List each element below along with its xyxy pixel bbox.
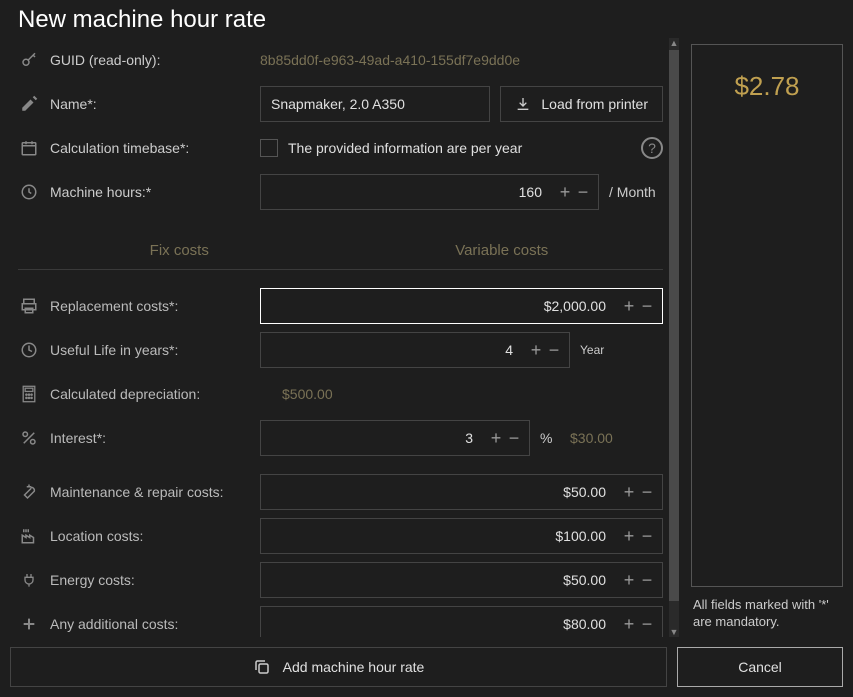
- interest-amount: $30.00: [570, 430, 624, 446]
- machine-hours-unit: / Month: [609, 184, 663, 200]
- scroll-down-arrow[interactable]: ▼: [669, 627, 679, 637]
- depreciation-row: Calculated depreciation: $500.00: [18, 372, 663, 416]
- depreciation-value: $500.00: [260, 386, 333, 402]
- edit-icon: [18, 95, 40, 113]
- copy-icon: [253, 658, 271, 676]
- mandatory-note: All fields marked with '*' are mandatory…: [691, 587, 843, 637]
- energy-down[interactable]: −: [640, 570, 654, 591]
- useful-life-up[interactable]: +: [529, 340, 543, 361]
- timebase-row: Calculation timebase*: The provided info…: [18, 126, 663, 170]
- calculator-icon: [18, 385, 40, 403]
- replacement-up[interactable]: +: [622, 296, 636, 317]
- plus-icon: [18, 616, 40, 632]
- per-year-checkbox[interactable]: [260, 139, 278, 157]
- additional-input[interactable]: [261, 616, 614, 632]
- machine-hours-input[interactable]: [261, 184, 550, 200]
- maintenance-label: Maintenance & repair costs:: [50, 484, 250, 500]
- useful-life-unit: Year: [580, 343, 634, 357]
- name-input[interactable]: [260, 86, 490, 122]
- location-input[interactable]: [261, 528, 614, 544]
- help-icon[interactable]: ?: [641, 137, 663, 159]
- additional-row: Any additional costs: + −: [18, 602, 663, 637]
- replacement-input[interactable]: [261, 298, 614, 314]
- interest-input[interactable]: [261, 430, 481, 446]
- load-from-printer-button[interactable]: Load from printer: [500, 86, 663, 122]
- location-up[interactable]: +: [622, 526, 636, 547]
- location-label: Location costs:: [50, 528, 250, 544]
- tab-variable-costs[interactable]: Variable costs: [341, 232, 664, 269]
- guid-label: GUID (read-only):: [50, 52, 250, 68]
- download-icon: [515, 96, 531, 112]
- maintenance-row: Maintenance & repair costs: + −: [18, 470, 663, 514]
- factory-icon: [18, 527, 40, 545]
- add-rate-label: Add machine hour rate: [283, 659, 425, 675]
- page-title: New machine hour rate: [0, 0, 853, 38]
- machine-hours-label: Machine hours:*: [50, 184, 250, 200]
- per-year-label: The provided information are per year: [288, 140, 522, 156]
- additional-up[interactable]: +: [622, 614, 636, 635]
- machine-hours-down[interactable]: −: [576, 182, 590, 203]
- key-icon: [18, 51, 40, 69]
- useful-life-input[interactable]: [261, 342, 521, 358]
- replacement-row: Replacement costs*: + −: [18, 284, 663, 328]
- energy-up[interactable]: +: [622, 570, 636, 591]
- percent-icon: [18, 429, 40, 447]
- interest-pct: %: [540, 430, 560, 446]
- wrench-icon: [18, 483, 40, 501]
- interest-down[interactable]: −: [507, 428, 521, 449]
- add-rate-button[interactable]: Add machine hour rate: [10, 647, 667, 687]
- location-down[interactable]: −: [640, 526, 654, 547]
- plug-icon: [18, 571, 40, 589]
- useful-life-row: Useful Life in years*: + − Year: [18, 328, 663, 372]
- maintenance-up[interactable]: +: [622, 482, 636, 503]
- interest-up[interactable]: +: [489, 428, 503, 449]
- scroll-up-arrow[interactable]: ▲: [669, 38, 679, 48]
- machine-hours-up[interactable]: +: [558, 182, 572, 203]
- name-row: Name*: Load from printer: [18, 82, 663, 126]
- rate-value: $2.78: [734, 71, 799, 586]
- cancel-button[interactable]: Cancel: [677, 647, 843, 687]
- clock-icon: [18, 183, 40, 201]
- guid-row: GUID (read-only): 8b85dd0f-e963-49ad-a41…: [18, 38, 663, 82]
- energy-row: Energy costs: + −: [18, 558, 663, 602]
- cost-tabs: Fix costs Variable costs: [18, 232, 663, 270]
- additional-label: Any additional costs:: [50, 616, 250, 632]
- guid-value: 8b85dd0f-e963-49ad-a410-155df7e9dd0e: [260, 52, 520, 68]
- replacement-down[interactable]: −: [640, 296, 654, 317]
- name-label: Name*:: [50, 96, 250, 112]
- energy-input[interactable]: [261, 572, 614, 588]
- location-row: Location costs: + −: [18, 514, 663, 558]
- useful-life-label: Useful Life in years*:: [50, 342, 250, 358]
- replacement-label: Replacement costs*:: [50, 298, 250, 314]
- load-printer-label: Load from printer: [541, 96, 648, 112]
- rate-box: $2.78: [691, 44, 843, 587]
- machine-hours-row: Machine hours:* + − / Month: [18, 170, 663, 214]
- scrollbar-thumb[interactable]: [669, 50, 679, 601]
- timebase-label: Calculation timebase*:: [50, 140, 250, 156]
- depreciation-label: Calculated depreciation:: [50, 386, 250, 402]
- interest-label: Interest*:: [50, 430, 250, 446]
- interest-row: Interest*: + − % $30.00: [18, 416, 663, 460]
- maintenance-down[interactable]: −: [640, 482, 654, 503]
- useful-life-down[interactable]: −: [547, 340, 561, 361]
- hourglass-icon: [18, 341, 40, 359]
- tab-fix-costs[interactable]: Fix costs: [18, 232, 341, 269]
- cancel-label: Cancel: [738, 659, 782, 675]
- calendar-icon: [18, 139, 40, 157]
- printer-icon: [18, 297, 40, 315]
- maintenance-input[interactable]: [261, 484, 614, 500]
- additional-down[interactable]: −: [640, 614, 654, 635]
- energy-label: Energy costs:: [50, 572, 250, 588]
